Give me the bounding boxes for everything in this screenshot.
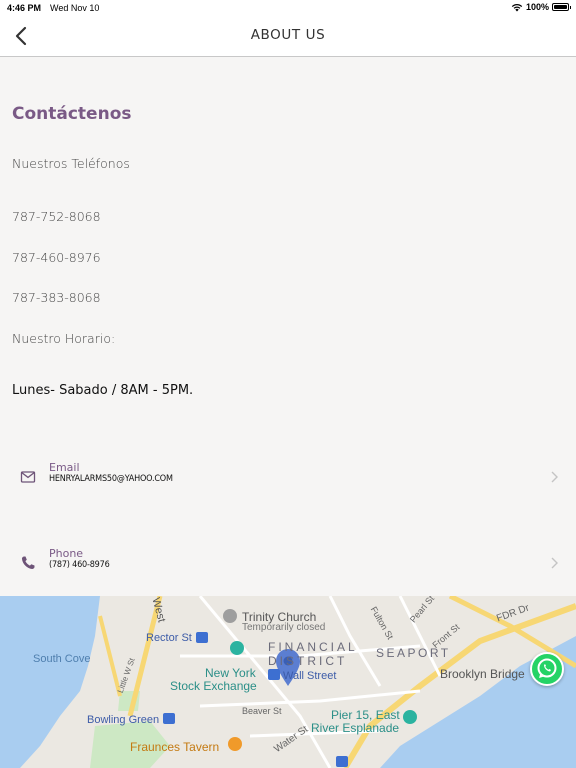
chevron-right-icon — [551, 471, 558, 483]
status-bar: 4:46 PM Wed Nov 10 100% — [0, 0, 576, 16]
map-label-beaver: Beaver St — [242, 706, 282, 716]
page-title: ABOUT US — [250, 27, 326, 43]
phone-number-3: 787-383-8068 — [12, 290, 101, 305]
nav-bar: ABOUT US — [0, 16, 576, 57]
email-value: HENRYALARMS50@YAHOO.COM — [49, 474, 173, 484]
phones-label: Nuestros Teléfonos — [12, 156, 130, 171]
map-label-financial: FINANCIAL — [268, 640, 358, 654]
wifi-icon — [511, 3, 523, 11]
contact-heading: Contáctenos — [12, 104, 132, 124]
status-time: 4:46 PM — [7, 3, 42, 13]
status-date: Wed Nov 10 — [50, 3, 100, 13]
battery-percent: 100% — [525, 2, 549, 12]
map-label-pier15-1: Pier 15, East — [331, 708, 400, 722]
map-label-fraunces: Fraunces Tavern — [130, 740, 220, 754]
map-label-district: DISTRICT — [268, 654, 348, 668]
battery-icon — [552, 3, 571, 11]
status-right: 100% — [511, 2, 571, 12]
location-map[interactable]: Trinity Church Temporarily closed Rector… — [0, 596, 576, 768]
phone-number-1: 787-752-8068 — [12, 209, 101, 224]
phone-number-2: 787-460-8976 — [12, 250, 101, 265]
map-label-nyse-1: New York — [205, 666, 256, 680]
contact-section: Contáctenos Nuestros Teléfonos 787-752-8… — [0, 58, 576, 596]
mail-icon — [20, 471, 36, 483]
map-label-trinity-sub: Temporarily closed — [242, 622, 326, 633]
phone-icon — [21, 556, 35, 570]
hours-label: Nuestro Horario: — [12, 331, 116, 346]
phone-label: Phone — [49, 547, 84, 560]
whatsapp-button[interactable] — [530, 652, 564, 686]
map-label-rector: Rector St — [146, 632, 192, 644]
map-label-wallst: Wall Street — [283, 670, 337, 682]
map-label-pier15-2: River Esplanade — [311, 721, 400, 735]
hours-text: Lunes- Sabado / 8AM - 5PM. — [12, 383, 194, 398]
map-label-bowling-green: Bowling Green — [87, 714, 160, 726]
chevron-right-icon — [551, 557, 558, 569]
map-label-nyse-2: Stock Exchange — [170, 679, 257, 693]
map-label-brooklyn-bridge: Brooklyn Bridge — [440, 667, 525, 681]
phone-value: (787) 460-8976 — [49, 560, 110, 570]
email-label: Email — [49, 461, 80, 474]
phone-row[interactable]: Phone (787) 460-8976 — [0, 543, 576, 587]
map-label-seaport: SEAPORT — [376, 646, 451, 660]
whatsapp-icon — [537, 658, 557, 678]
map-label-south-cove: South Cove — [33, 653, 91, 665]
email-row[interactable]: Email HENRYALARMS50@YAHOO.COM — [0, 457, 576, 501]
